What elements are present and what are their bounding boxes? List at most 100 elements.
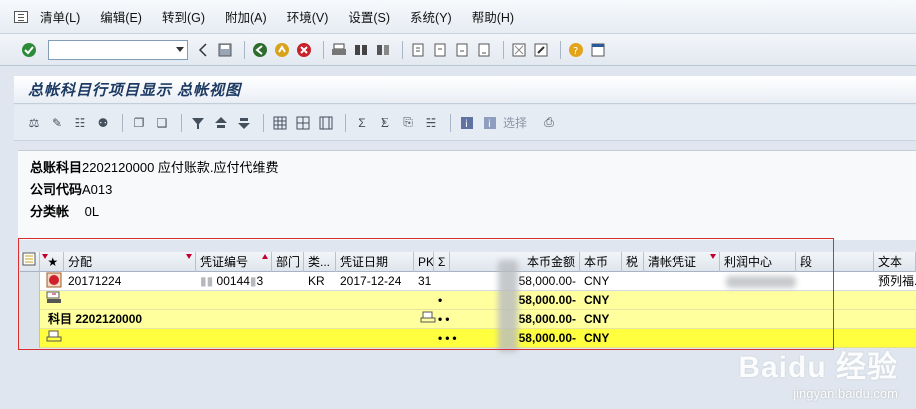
row-selector[interactable] (20, 291, 40, 310)
save-icon[interactable] (216, 41, 234, 59)
header-info-panel: 总账科目2202120000 应付账款.应付代维费 公司代码A013 分类帐 0… (18, 150, 916, 240)
table-row[interactable]: 科目 2202120000 •• 58,000.00- CNY (20, 310, 916, 329)
separator (345, 113, 346, 132)
column-pk[interactable]: PK (414, 252, 434, 272)
last-page-icon[interactable] (475, 41, 493, 59)
find-icon[interactable] (352, 41, 370, 59)
arrow-left-icon[interactable] (194, 41, 212, 59)
document-icon[interactable]: ❐ (129, 114, 149, 132)
column-doc-no[interactable]: 凭证编号 (196, 252, 272, 272)
watermark-logo: Baidu 经验 (738, 351, 898, 384)
column-status[interactable]: ★ (40, 252, 64, 272)
row-selector[interactable] (20, 272, 40, 291)
row-selector[interactable] (20, 310, 40, 329)
cell-date: 2017-12-24 (340, 274, 402, 288)
column-currency[interactable]: 本币 (580, 252, 622, 272)
glasses-icon[interactable]: ⚖ (24, 114, 44, 132)
next-page-icon[interactable] (453, 41, 471, 59)
cell-account-label: 科目 2202120000 (48, 312, 143, 326)
subtotal-icon[interactable]: ⨊ (375, 114, 395, 132)
company-value: A013 (82, 182, 113, 197)
table-icon[interactable] (270, 114, 290, 132)
table-row[interactable]: • 58,000.00- CNY (20, 291, 916, 310)
svg-text:i: i (488, 119, 491, 130)
separator (244, 40, 245, 59)
separator (560, 40, 561, 59)
first-page-icon[interactable] (409, 41, 427, 59)
menu-icon[interactable] (14, 10, 28, 23)
menu-extras[interactable]: 附加(A) (225, 7, 267, 26)
columns-icon[interactable] (316, 114, 336, 132)
row-selector[interactable] (20, 329, 40, 348)
column-type[interactable]: 类... (304, 252, 336, 272)
company-label: 公司代码 (30, 182, 83, 197)
column-assignment[interactable]: 分配 (64, 252, 196, 272)
cancel-icon[interactable] (295, 41, 313, 59)
grid-header: ★ 分配 凭证编号 部门 类... 凭证日期 PK Σ 本币金额 本币 税 清帐… (20, 252, 916, 272)
sort-descending-icon[interactable] (234, 114, 254, 132)
account-label: 总账科目 (30, 160, 83, 175)
sum-icon[interactable]: Σ (352, 114, 372, 132)
cell-doc-no: ▮▮ 00144▮3 (200, 274, 264, 288)
column-tax[interactable]: 税 (622, 252, 644, 272)
cell-currency: CNY (584, 312, 610, 326)
cell-currency: CNY (584, 274, 610, 288)
cell-doc-no-value: 00144 (216, 274, 250, 288)
menu-settings[interactable]: 设置(S) (348, 7, 390, 26)
command-field[interactable] (48, 39, 188, 60)
cell-pk: 31 (418, 274, 432, 288)
detail-icon[interactable]: ❑ (152, 114, 172, 132)
find-next-icon[interactable] (374, 41, 392, 59)
back-icon[interactable] (251, 41, 269, 59)
menu-goto[interactable]: 转到(G) (162, 7, 205, 26)
account-line: 总账科目2202120000 应付账款.应付代维费 (30, 157, 916, 179)
menu-system[interactable]: 系统(Y) (410, 7, 452, 26)
new-session-icon[interactable] (510, 41, 528, 59)
cell-currency: CNY (584, 331, 610, 345)
account-value: 2202120000 应付账款.应付代维费 (82, 160, 279, 175)
enter-check-icon[interactable] (20, 41, 38, 59)
column-clearing[interactable]: 清帐凭证 (644, 252, 720, 272)
menu-environment[interactable]: 环境(V) (287, 7, 329, 26)
cell-currency: CNY (584, 293, 610, 307)
watermark-url: jingyan.baidu.com (793, 386, 898, 401)
menu-help[interactable]: 帮助(H) (472, 7, 514, 26)
layout-select-icon[interactable] (20, 252, 40, 272)
grid-icon[interactable]: ☷ (70, 114, 90, 132)
column-date[interactable]: 凭证日期 (336, 252, 414, 272)
pencil-icon[interactable]: ✎ (47, 114, 67, 132)
menu-bar: 清单(L) 编辑(E) 转到(G) 附加(A) 环境(V) 设置(S) 系统(Y… (0, 0, 916, 34)
subtotal-icon (42, 291, 64, 310)
ledger-label: 分类帐 (30, 204, 70, 219)
column-dept[interactable]: 部门 (272, 252, 304, 272)
separator (181, 113, 182, 132)
help-icon[interactable]: ? (567, 41, 585, 59)
menu-edit[interactable]: 编辑(E) (100, 7, 142, 26)
separator (323, 40, 324, 59)
column-text[interactable]: 文本 (874, 252, 916, 272)
select-button[interactable]: 选择 (503, 114, 527, 131)
layout-grid-icon[interactable] (293, 114, 313, 132)
shortcut-icon[interactable] (532, 41, 550, 59)
print-icon[interactable] (330, 41, 348, 59)
column-segment[interactable]: 段 (796, 252, 874, 272)
svg-text:?: ? (573, 46, 578, 57)
people-icon[interactable]: ⚉ (93, 114, 113, 132)
previous-page-icon[interactable] (431, 41, 449, 59)
scroll-icon[interactable]: ⎙ (539, 114, 559, 132)
chevron-down-icon[interactable] (176, 46, 184, 52)
watermark: Baidu 经验 jingyan.baidu.com (738, 342, 898, 401)
column-sum[interactable]: Σ (434, 252, 450, 272)
separator (450, 113, 451, 132)
filter-icon[interactable] (188, 114, 208, 132)
spreadsheet-icon[interactable]: ☵ (421, 114, 441, 132)
sort-ascending-icon[interactable] (211, 114, 231, 132)
column-profit-center[interactable]: 利润中心 (720, 252, 796, 272)
layout-icon[interactable] (589, 41, 607, 59)
export-icon[interactable]: ⎘ (398, 114, 418, 132)
exit-icon[interactable] (273, 41, 291, 59)
red-status-icon (42, 272, 64, 291)
info-select-icon[interactable]: i (480, 114, 500, 132)
menu-list[interactable]: 清单(L) (40, 7, 80, 26)
info-icon[interactable]: i (457, 114, 477, 132)
